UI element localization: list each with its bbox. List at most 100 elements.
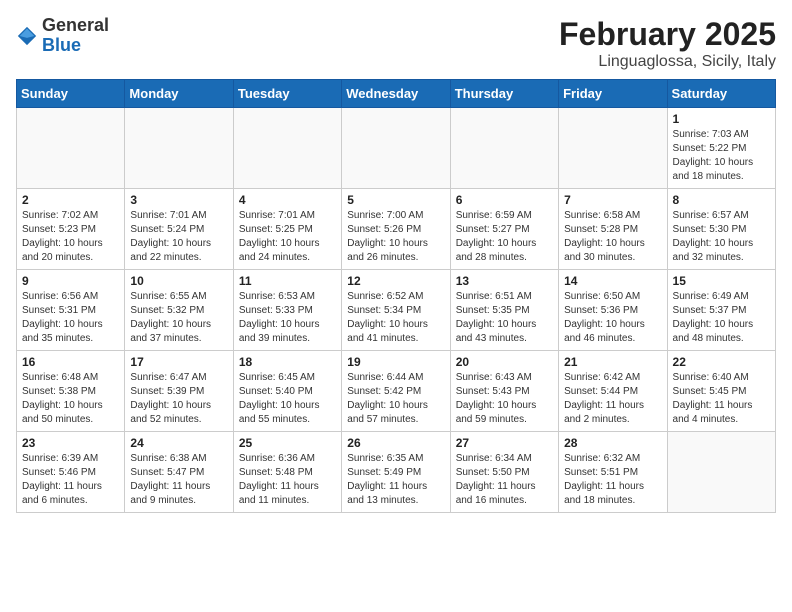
calendar-day-cell: 17 Sunrise: 6:47 AM Sunset: 5:39 PM Dayli… xyxy=(125,351,233,432)
calendar-week-row: 9 Sunrise: 6:56 AM Sunset: 5:31 PM Daylig… xyxy=(17,270,776,351)
calendar-day-cell: 1 Sunrise: 7:03 AM Sunset: 5:22 PM Daylig… xyxy=(667,108,775,189)
day-number: 22 xyxy=(673,355,770,369)
calendar-day-cell xyxy=(17,108,125,189)
day-info: Sunrise: 7:00 AM Sunset: 5:26 PM Dayligh… xyxy=(347,209,444,265)
day-info: Sunrise: 6:39 AM Sunset: 5:46 PM Dayligh… xyxy=(22,452,119,508)
day-number: 24 xyxy=(130,436,227,450)
day-info: Sunrise: 6:58 AM Sunset: 5:28 PM Dayligh… xyxy=(564,209,661,265)
day-number: 1 xyxy=(673,112,770,126)
day-info: Sunrise: 6:45 AM Sunset: 5:40 PM Dayligh… xyxy=(239,371,336,427)
weekday-header: Friday xyxy=(559,80,667,108)
day-info: Sunrise: 6:56 AM Sunset: 5:31 PM Dayligh… xyxy=(22,290,119,346)
day-info: Sunrise: 6:34 AM Sunset: 5:50 PM Dayligh… xyxy=(456,452,553,508)
calendar-header-row: SundayMondayTuesdayWednesdayThursdayFrid… xyxy=(17,80,776,108)
day-info: Sunrise: 6:35 AM Sunset: 5:49 PM Dayligh… xyxy=(347,452,444,508)
calendar-day-cell: 2 Sunrise: 7:02 AM Sunset: 5:23 PM Daylig… xyxy=(17,189,125,270)
day-number: 14 xyxy=(564,274,661,288)
logo-icon xyxy=(16,25,38,47)
calendar-day-cell: 12Sunrise: 6:52 AM Sunset: 5:34 PM Dayli… xyxy=(342,270,450,351)
day-info: Sunrise: 6:43 AM Sunset: 5:43 PM Dayligh… xyxy=(456,371,553,427)
day-number: 16 xyxy=(22,355,119,369)
day-number: 5 xyxy=(347,193,444,207)
day-number: 25 xyxy=(239,436,336,450)
day-info: Sunrise: 6:38 AM Sunset: 5:47 PM Dayligh… xyxy=(130,452,227,508)
day-number: 27 xyxy=(456,436,553,450)
calendar-day-cell: 22 Sunrise: 6:40 AM Sunset: 5:45 PM Dayli… xyxy=(667,351,775,432)
day-number: 28 xyxy=(564,436,661,450)
day-info: Sunrise: 6:57 AM Sunset: 5:30 PM Dayligh… xyxy=(673,209,770,265)
day-info: Sunrise: 7:03 AM Sunset: 5:22 PM Dayligh… xyxy=(673,128,770,184)
day-number: 21 xyxy=(564,355,661,369)
day-info: Sunrise: 6:44 AM Sunset: 5:42 PM Dayligh… xyxy=(347,371,444,427)
calendar-day-cell: 25 Sunrise: 6:36 AM Sunset: 5:48 PM Dayli… xyxy=(233,432,341,513)
day-number: 23 xyxy=(22,436,119,450)
calendar-day-cell: 8 Sunrise: 6:57 AM Sunset: 5:30 PM Daylig… xyxy=(667,189,775,270)
logo-general-text: General xyxy=(42,15,109,35)
logo: General Blue xyxy=(16,16,109,56)
calendar-day-cell: 10 Sunrise: 6:55 AM Sunset: 5:32 PM Dayli… xyxy=(125,270,233,351)
day-number: 13 xyxy=(456,274,553,288)
day-info: Sunrise: 6:48 AM Sunset: 5:38 PM Dayligh… xyxy=(22,371,119,427)
day-info: Sunrise: 6:53 AM Sunset: 5:33 PM Dayligh… xyxy=(239,290,336,346)
day-number: 2 xyxy=(22,193,119,207)
calendar-day-cell: 27 Sunrise: 6:34 AM Sunset: 5:50 PM Dayli… xyxy=(450,432,558,513)
day-info: Sunrise: 6:40 AM Sunset: 5:45 PM Dayligh… xyxy=(673,371,770,427)
day-info: Sunrise: 7:01 AM Sunset: 5:25 PM Dayligh… xyxy=(239,209,336,265)
page-header: General Blue February 2025 Linguaglossa,… xyxy=(16,16,776,71)
day-number: 26 xyxy=(347,436,444,450)
weekday-header: Sunday xyxy=(17,80,125,108)
day-number: 6 xyxy=(456,193,553,207)
calendar-week-row: 23 Sunrise: 6:39 AM Sunset: 5:46 PM Dayli… xyxy=(17,432,776,513)
day-number: 3 xyxy=(130,193,227,207)
day-number: 17 xyxy=(130,355,227,369)
day-number: 4 xyxy=(239,193,336,207)
calendar-week-row: 1 Sunrise: 7:03 AM Sunset: 5:22 PM Daylig… xyxy=(17,108,776,189)
day-info: Sunrise: 6:55 AM Sunset: 5:32 PM Dayligh… xyxy=(130,290,227,346)
logo-blue-text: Blue xyxy=(42,35,81,55)
calendar-week-row: 16 Sunrise: 6:48 AM Sunset: 5:38 PM Dayli… xyxy=(17,351,776,432)
calendar-day-cell: 14Sunrise: 6:50 AM Sunset: 5:36 PM Dayli… xyxy=(559,270,667,351)
calendar-day-cell: 3 Sunrise: 7:01 AM Sunset: 5:24 PM Daylig… xyxy=(125,189,233,270)
day-number: 7 xyxy=(564,193,661,207)
calendar-day-cell xyxy=(667,432,775,513)
calendar-day-cell: 5 Sunrise: 7:00 AM Sunset: 5:26 PM Daylig… xyxy=(342,189,450,270)
day-info: Sunrise: 6:51 AM Sunset: 5:35 PM Dayligh… xyxy=(456,290,553,346)
calendar-day-cell xyxy=(125,108,233,189)
calendar-day-cell xyxy=(342,108,450,189)
calendar-day-cell: 7 Sunrise: 6:58 AM Sunset: 5:28 PM Daylig… xyxy=(559,189,667,270)
day-number: 19 xyxy=(347,355,444,369)
calendar-day-cell: 23 Sunrise: 6:39 AM Sunset: 5:46 PM Dayli… xyxy=(17,432,125,513)
weekday-header: Thursday xyxy=(450,80,558,108)
calendar-day-cell: 15 Sunrise: 6:49 AM Sunset: 5:37 PM Dayli… xyxy=(667,270,775,351)
calendar-day-cell: 16 Sunrise: 6:48 AM Sunset: 5:38 PM Dayli… xyxy=(17,351,125,432)
calendar-day-cell: 18 Sunrise: 6:45 AM Sunset: 5:40 PM Dayli… xyxy=(233,351,341,432)
calendar-week-row: 2 Sunrise: 7:02 AM Sunset: 5:23 PM Daylig… xyxy=(17,189,776,270)
month-year-title: February 2025 xyxy=(559,16,776,53)
day-info: Sunrise: 6:47 AM Sunset: 5:39 PM Dayligh… xyxy=(130,371,227,427)
day-info: Sunrise: 7:01 AM Sunset: 5:24 PM Dayligh… xyxy=(130,209,227,265)
calendar-day-cell: 4 Sunrise: 7:01 AM Sunset: 5:25 PM Daylig… xyxy=(233,189,341,270)
day-number: 8 xyxy=(673,193,770,207)
calendar-day-cell: 9 Sunrise: 6:56 AM Sunset: 5:31 PM Daylig… xyxy=(17,270,125,351)
weekday-header: Monday xyxy=(125,80,233,108)
calendar-day-cell xyxy=(450,108,558,189)
calendar-day-cell xyxy=(559,108,667,189)
weekday-header: Wednesday xyxy=(342,80,450,108)
day-number: 20 xyxy=(456,355,553,369)
day-info: Sunrise: 6:59 AM Sunset: 5:27 PM Dayligh… xyxy=(456,209,553,265)
calendar-day-cell: 21Sunrise: 6:42 AM Sunset: 5:44 PM Dayli… xyxy=(559,351,667,432)
day-info: Sunrise: 6:52 AM Sunset: 5:34 PM Dayligh… xyxy=(347,290,444,346)
location-subtitle: Linguaglossa, Sicily, Italy xyxy=(559,53,776,71)
day-number: 10 xyxy=(130,274,227,288)
calendar-day-cell: 13 Sunrise: 6:51 AM Sunset: 5:35 PM Dayli… xyxy=(450,270,558,351)
day-info: Sunrise: 6:49 AM Sunset: 5:37 PM Dayligh… xyxy=(673,290,770,346)
day-number: 15 xyxy=(673,274,770,288)
calendar-day-cell: 24 Sunrise: 6:38 AM Sunset: 5:47 PM Dayli… xyxy=(125,432,233,513)
day-number: 9 xyxy=(22,274,119,288)
day-number: 18 xyxy=(239,355,336,369)
calendar-day-cell: 26 Sunrise: 6:35 AM Sunset: 5:49 PM Dayli… xyxy=(342,432,450,513)
day-info: Sunrise: 6:36 AM Sunset: 5:48 PM Dayligh… xyxy=(239,452,336,508)
calendar-table: SundayMondayTuesdayWednesdayThursdayFrid… xyxy=(16,79,776,513)
weekday-header: Saturday xyxy=(667,80,775,108)
day-info: Sunrise: 7:02 AM Sunset: 5:23 PM Dayligh… xyxy=(22,209,119,265)
